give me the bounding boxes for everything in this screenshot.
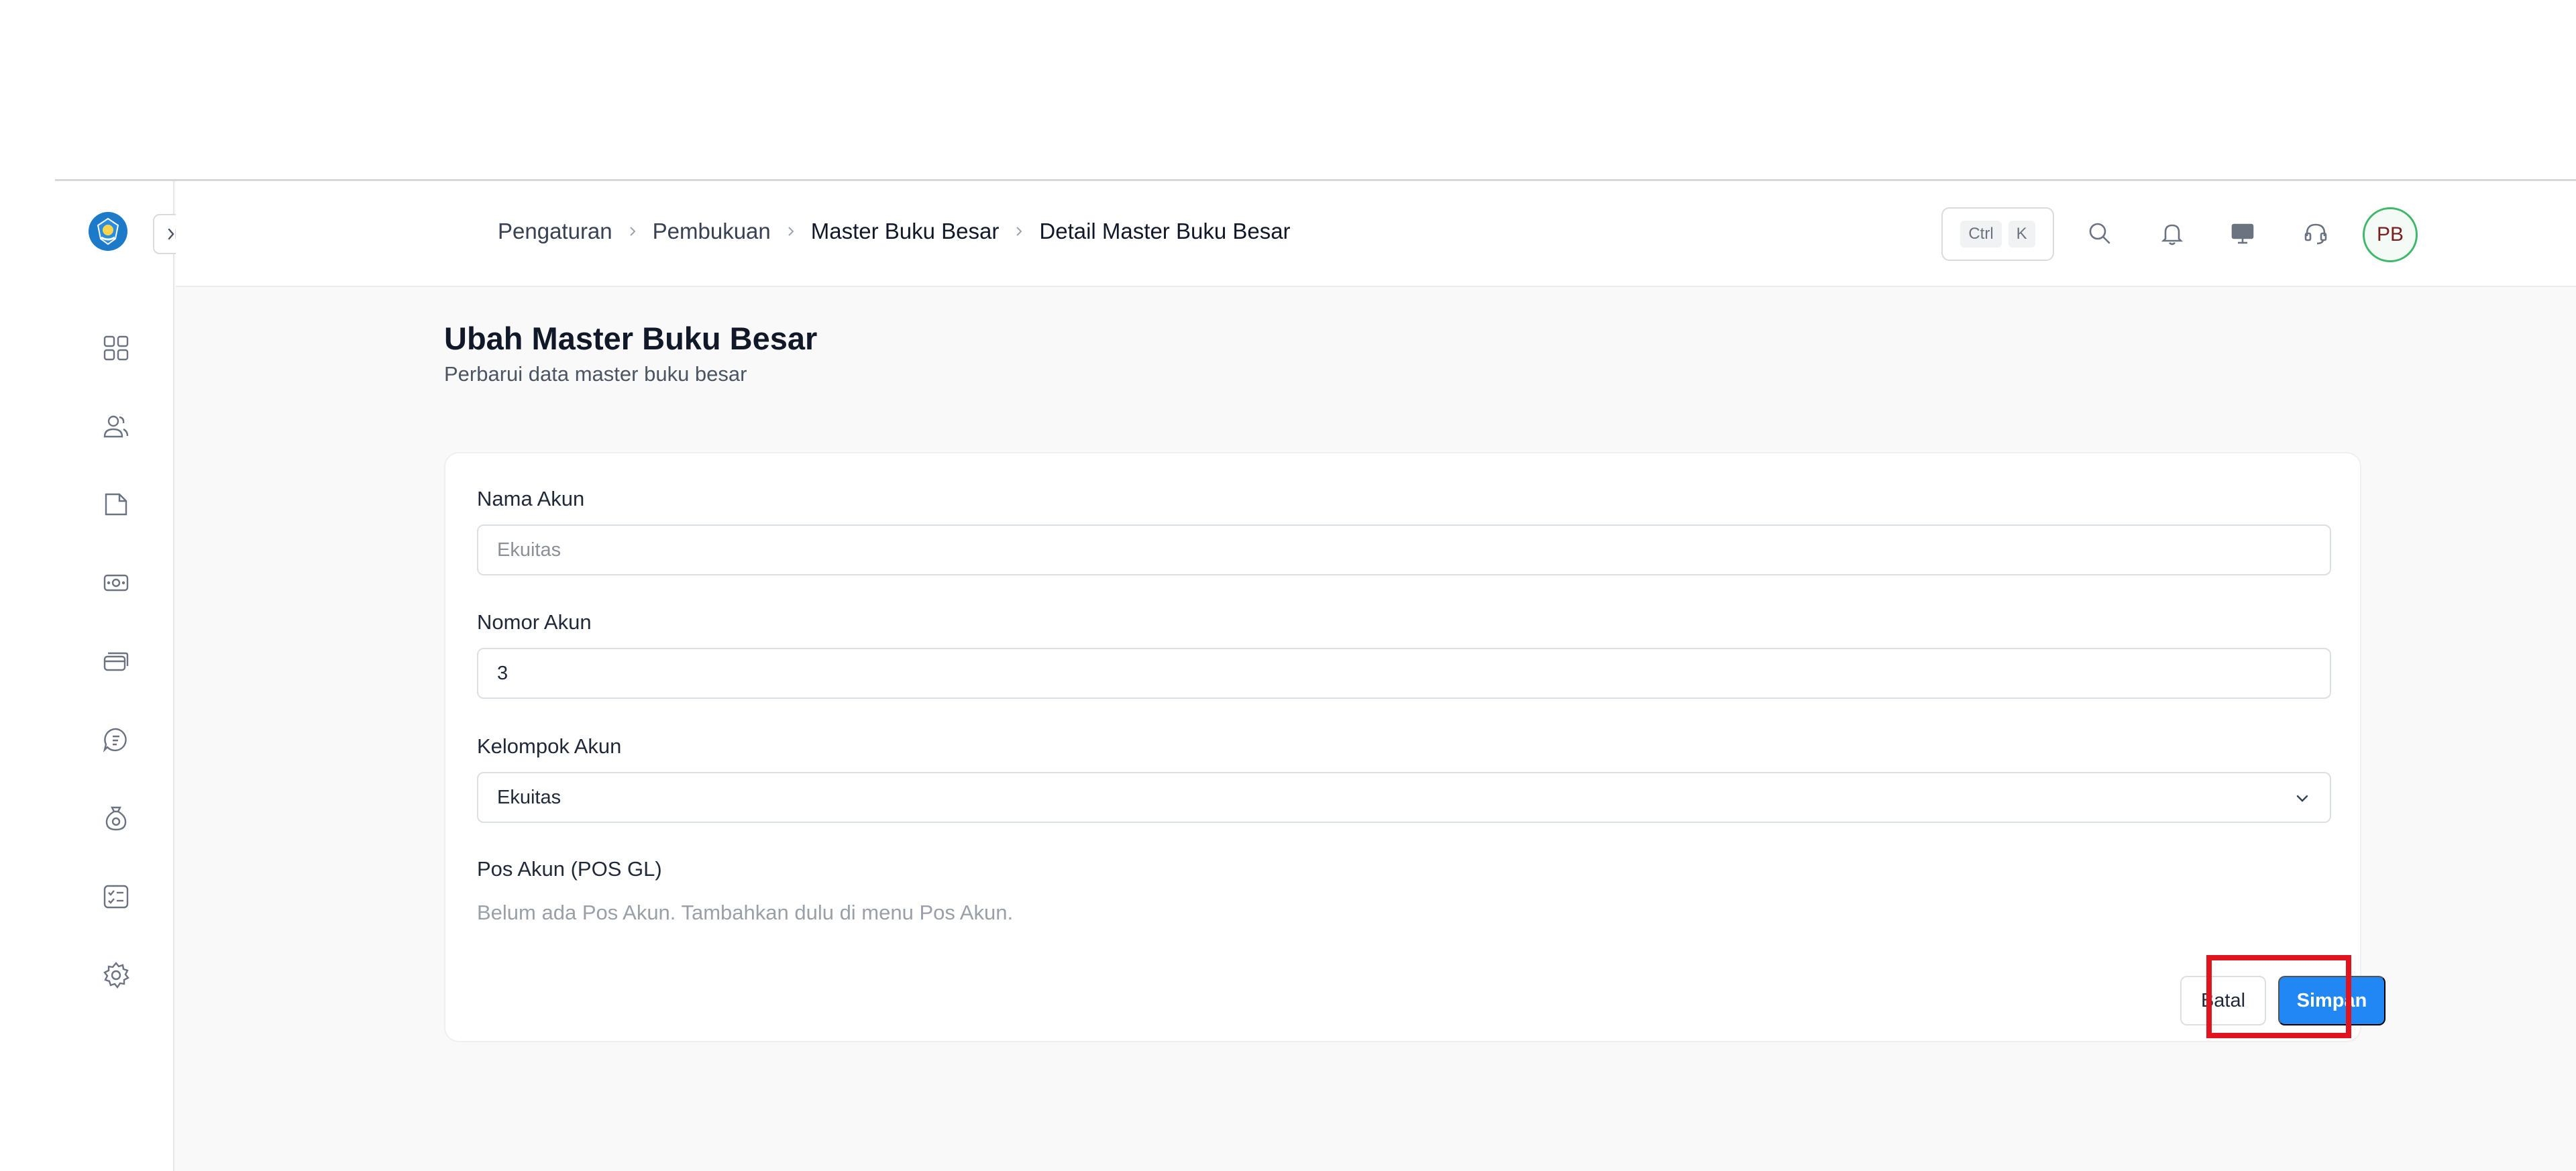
bell-icon <box>2161 224 2184 245</box>
dashboard-icon <box>103 335 129 361</box>
sidebar-item-dashboard[interactable] <box>101 333 131 364</box>
chevron-right-icon <box>1012 225 1026 238</box>
search-icon <box>2089 223 2110 244</box>
breadcrumb: Pengaturan Pembukuan Master Buku Besar D… <box>498 219 1291 244</box>
account-number-input[interactable] <box>477 648 2331 699</box>
checklist-icon <box>103 885 129 909</box>
account-group-select[interactable]: Ekuitas <box>477 772 2331 823</box>
display-button[interactable] <box>2225 216 2260 251</box>
chevron-right-icon <box>626 225 639 238</box>
account-group-selected: Ekuitas <box>497 786 561 808</box>
monitor-icon <box>2231 223 2254 244</box>
breadcrumb-item-detail: Detail Master Buku Besar <box>1039 219 1291 243</box>
coin-bag-icon <box>105 806 127 831</box>
avatar[interactable]: PB <box>2363 207 2418 262</box>
account-number-label: Nomor Akun <box>477 610 592 634</box>
topbar: Pengaturan Pembukuan Master Buku Besar D… <box>176 181 2576 287</box>
kbd-ctrl: Ctrl <box>1960 221 2002 247</box>
support-button[interactable] <box>2298 216 2333 251</box>
sidebar-item-finance[interactable] <box>101 567 131 598</box>
page-subtitle: Perbarui data master buku besar <box>444 362 747 386</box>
cards-icon <box>103 652 129 671</box>
form-card: Nama Akun Nomor Akun Kelompok Akun Ekuit… <box>444 452 2361 1042</box>
headset-icon <box>2304 223 2327 245</box>
sidebar-item-cards[interactable] <box>101 646 131 677</box>
sidebar-item-messages[interactable] <box>101 724 131 755</box>
logo-icon[interactable] <box>89 212 127 251</box>
page-title: Ubah Master Buku Besar <box>444 321 818 356</box>
folder-icon <box>105 493 127 516</box>
search-button[interactable] <box>2082 216 2117 251</box>
sidebar-item-documents[interactable] <box>101 489 131 520</box>
breadcrumb-item-master-buku-besar[interactable]: Master Buku Besar <box>811 219 1000 244</box>
app-frame: Pengaturan Pembukuan Master Buku Besar D… <box>55 179 2576 1171</box>
settings-icon <box>103 962 129 989</box>
gl-post-empty-text: Belum ada Pos Akun. Tambahkan dulu di me… <box>477 901 1014 924</box>
highlight-annotation-box <box>2206 955 2351 1038</box>
cash-icon <box>103 574 129 592</box>
chevron-down-icon <box>2292 789 2312 809</box>
command-palette-shortcut[interactable]: Ctrl K <box>1941 207 2054 261</box>
users-icon <box>103 415 129 438</box>
account-group-label: Kelompok Akun <box>477 734 622 758</box>
sidebar <box>55 181 193 1171</box>
account-name-label: Nama Akun <box>477 487 585 510</box>
breadcrumb-item-pembukuan[interactable]: Pembukuan <box>653 219 771 244</box>
gl-post-label: Pos Akun (POS GL) <box>477 857 662 881</box>
notifications-button[interactable] <box>2155 216 2190 251</box>
breadcrumb-item-pengaturan[interactable]: Pengaturan <box>498 219 612 244</box>
account-name-input[interactable] <box>477 524 2331 575</box>
sidebar-item-tasks[interactable] <box>101 881 131 912</box>
sidebar-item-users[interactable] <box>101 411 131 442</box>
sidebar-item-savings[interactable] <box>101 803 131 834</box>
kbd-k: K <box>2008 221 2035 247</box>
chat-icon <box>103 728 127 752</box>
chevron-right-icon <box>784 225 798 238</box>
sidebar-item-settings[interactable] <box>101 960 131 991</box>
